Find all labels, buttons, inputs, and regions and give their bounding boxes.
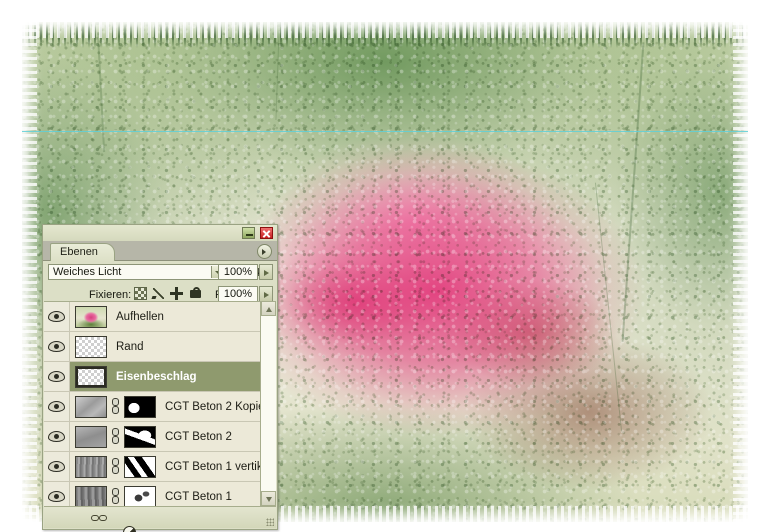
palette-footer-toolbar: [44, 506, 276, 532]
palette-title-bar[interactable]: [43, 225, 277, 241]
fill-spinner-button[interactable]: [259, 286, 273, 302]
table-row[interactable]: CGT Beton 1 vertikal gesp: [44, 452, 274, 482]
eye-icon: [48, 341, 65, 352]
guide-horizontal[interactable]: [22, 131, 748, 132]
opacity-spinner-button[interactable]: [259, 264, 273, 280]
layers-palette[interactable]: Ebenen Weiches Licht Deckkr.: 100% Fixie…: [42, 224, 278, 532]
layer-thumbnail[interactable]: [75, 455, 107, 478]
eye-icon: [48, 371, 65, 382]
layer-visibility-toggle[interactable]: [44, 362, 70, 391]
layer-name-label: CGT Beton 1: [165, 490, 232, 503]
layer-name-label: CGT Beton 2: [165, 430, 232, 443]
layer-mask-thumbnail[interactable]: [124, 425, 156, 448]
layer-mask-thumbnail[interactable]: [124, 395, 156, 418]
scrollbar-track[interactable]: [261, 316, 276, 491]
layer-thumbnail[interactable]: [75, 485, 107, 507]
palette-tab-row: Ebenen: [43, 241, 277, 261]
layer-list-scrollbar[interactable]: [260, 301, 276, 506]
minimize-icon[interactable]: [242, 227, 255, 239]
layer-name-label: Eisenbeschlag: [116, 370, 197, 383]
fill-value-box[interactable]: 100%: [218, 286, 258, 302]
table-row[interactable]: Aufhellen: [44, 302, 274, 332]
resize-grip-icon[interactable]: [266, 518, 274, 526]
layer-name-label: CGT Beton 2 Kopie: [165, 400, 265, 413]
layer-visibility-toggle[interactable]: [44, 332, 70, 361]
layer-visibility-toggle[interactable]: [44, 422, 70, 451]
layer-thumbnail[interactable]: [75, 335, 107, 358]
layer-name-label: Aufhellen: [116, 310, 164, 323]
mask-link-icon[interactable]: [111, 397, 120, 417]
layer-style-button[interactable]: [122, 525, 138, 532]
scroll-down-arrow-icon[interactable]: [261, 491, 276, 506]
lock-position-move-icon[interactable]: [170, 287, 183, 300]
layer-thumbnail[interactable]: [75, 365, 107, 388]
layer-name-label: Rand: [116, 340, 144, 353]
table-row[interactable]: CGT Beton 1: [44, 482, 274, 507]
blend-mode-value: Weiches Licht: [53, 266, 122, 278]
opacity-value-box[interactable]: 100%: [218, 264, 258, 280]
blend-mode-select[interactable]: Weiches Licht: [48, 264, 228, 280]
table-row[interactable]: CGT Beton 2 Kopie: [44, 392, 274, 422]
eye-icon: [48, 431, 65, 442]
mask-link-icon[interactable]: [111, 427, 120, 447]
layer-visibility-toggle[interactable]: [44, 452, 70, 481]
scroll-up-arrow-icon[interactable]: [261, 301, 276, 316]
layer-visibility-toggle[interactable]: [44, 482, 70, 507]
palette-menu-icon[interactable]: [257, 244, 272, 259]
eye-icon: [48, 461, 65, 472]
blend-mode-row: Weiches Licht Deckkr.: 100%: [43, 261, 277, 283]
lock-all-padlock-icon[interactable]: [190, 287, 201, 298]
link-layers-button[interactable]: [91, 510, 107, 525]
eye-icon: [48, 491, 65, 502]
layer-thumbnail[interactable]: [75, 305, 107, 328]
table-row[interactable]: Eisenbeschlag: [44, 362, 274, 392]
tab-ebenen[interactable]: Ebenen: [50, 243, 115, 261]
layer-thumbnail[interactable]: [75, 425, 107, 448]
mask-link-icon[interactable]: [111, 487, 120, 507]
layer-mask-thumbnail[interactable]: [124, 485, 156, 507]
layer-mask-thumbnail[interactable]: [124, 455, 156, 478]
eye-icon: [48, 401, 65, 412]
layer-visibility-toggle[interactable]: [44, 302, 70, 331]
lock-image-brush-icon[interactable]: [152, 287, 165, 300]
layer-name-label: CGT Beton 1 vertikal gesp: [165, 460, 274, 473]
layer-list[interactable]: Aufhellen Rand Eisenbeschlag CGT Beton 2 Ko…: [44, 301, 274, 507]
lock-transparency-icon[interactable]: [134, 287, 147, 300]
mask-link-icon[interactable]: [111, 457, 120, 477]
lock-label: Fixieren:: [89, 289, 132, 301]
layer-thumbnail[interactable]: [75, 395, 107, 418]
layer-visibility-toggle[interactable]: [44, 392, 70, 421]
close-icon[interactable]: [260, 227, 273, 239]
table-row[interactable]: CGT Beton 2: [44, 422, 274, 452]
screenshot-root: Ebenen Weiches Licht Deckkr.: 100% Fixie…: [0, 0, 770, 532]
table-row[interactable]: Rand: [44, 332, 274, 362]
eye-icon: [48, 311, 65, 322]
